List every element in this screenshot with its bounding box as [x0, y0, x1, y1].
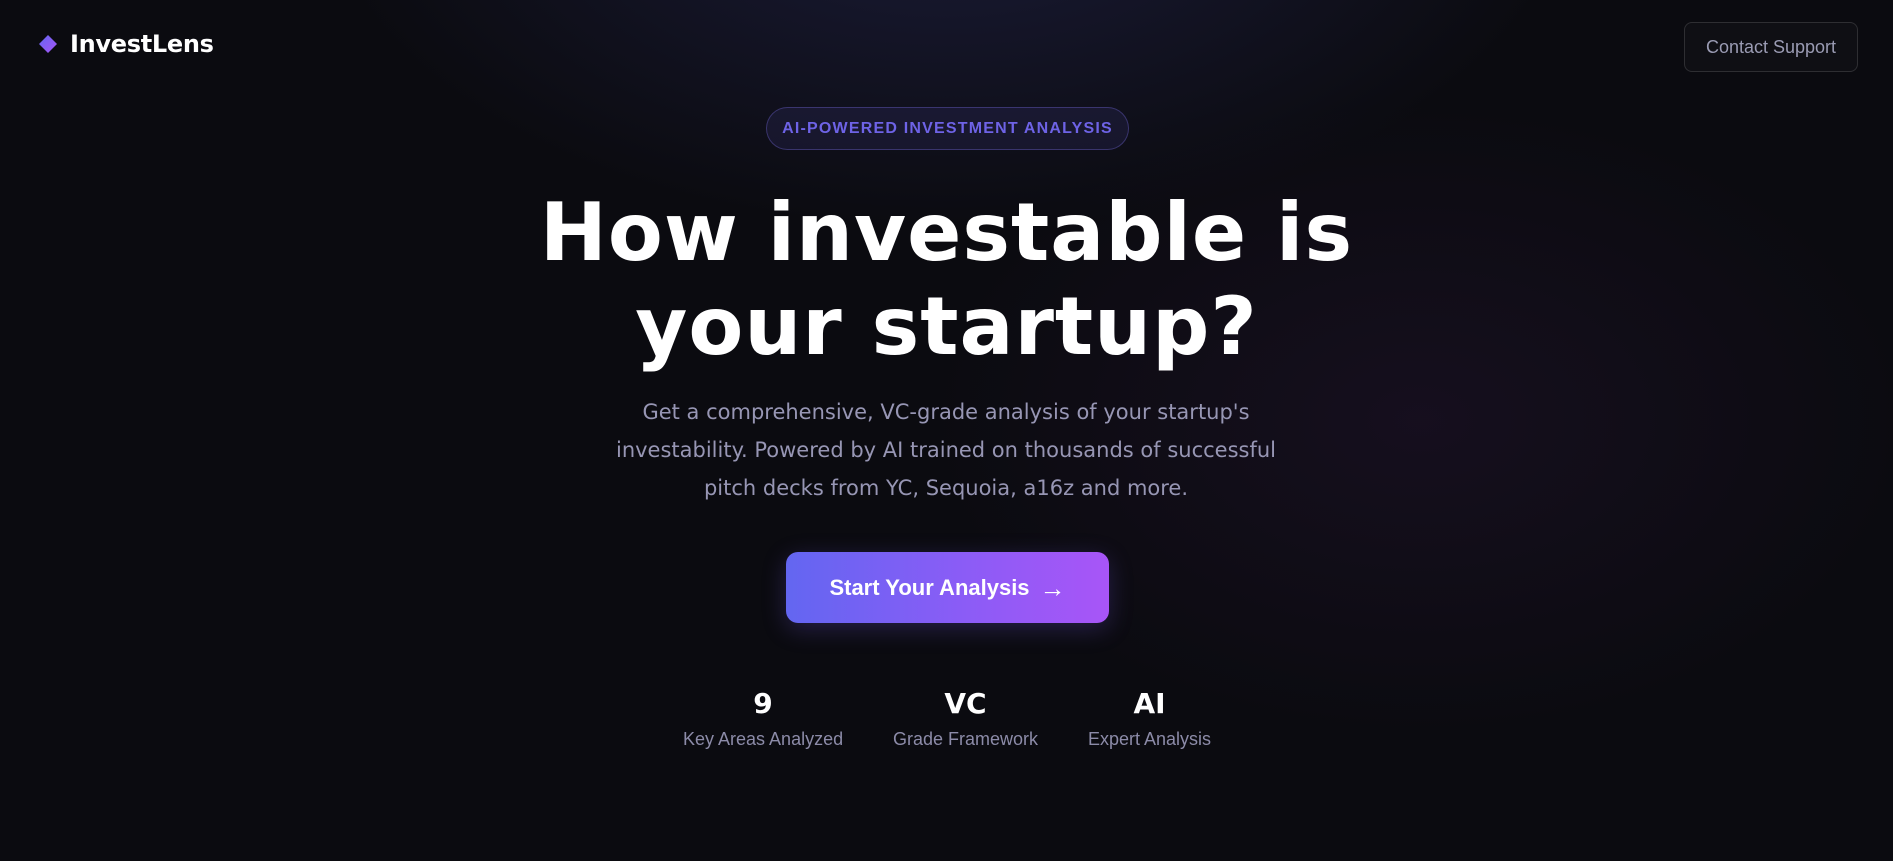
hero-headline-line-1: How investable is [539, 186, 1354, 279]
hero-badge: AI-POWERED INVESTMENT ANALYSIS [766, 107, 1129, 150]
start-analysis-button[interactable]: Start Your Analysis → [786, 552, 1109, 623]
contact-support-button[interactable]: Contact Support [1684, 22, 1858, 72]
stat-label: Grade Framework [893, 729, 1039, 749]
diamond-icon [39, 35, 57, 53]
stat-key-areas: 9 Key Areas Analyzed [683, 686, 843, 752]
stat-label: Expert Analysis [1087, 729, 1212, 749]
stats-row: 9 Key Areas Analyzed VC Grade Framework … [0, 686, 1893, 766]
brand-logo[interactable]: InvestLens [38, 30, 214, 58]
arrow-right-icon: → [1039, 572, 1066, 603]
hero-subtitle: Get a comprehensive, VC-grade analysis o… [615, 400, 1276, 500]
stat-grade-framework: VC Grade Framework [893, 686, 1038, 752]
hero-headline-line-2: your startup? [635, 280, 1258, 373]
stat-value: AI [1133, 687, 1166, 720]
top-navigation: InvestLens Contact Support [0, 0, 1893, 94]
stat-label: Key Areas Analyzed [683, 729, 844, 749]
hero-headline: How investable is your startup? [0, 186, 1893, 374]
stat-value: VC [944, 687, 987, 720]
stat-expert-analysis: AI Expert Analysis [1087, 686, 1212, 752]
start-analysis-label: Start Your Analysis [829, 574, 1030, 600]
stat-value: 9 [753, 687, 773, 720]
brand-name: InvestLens [70, 30, 214, 58]
